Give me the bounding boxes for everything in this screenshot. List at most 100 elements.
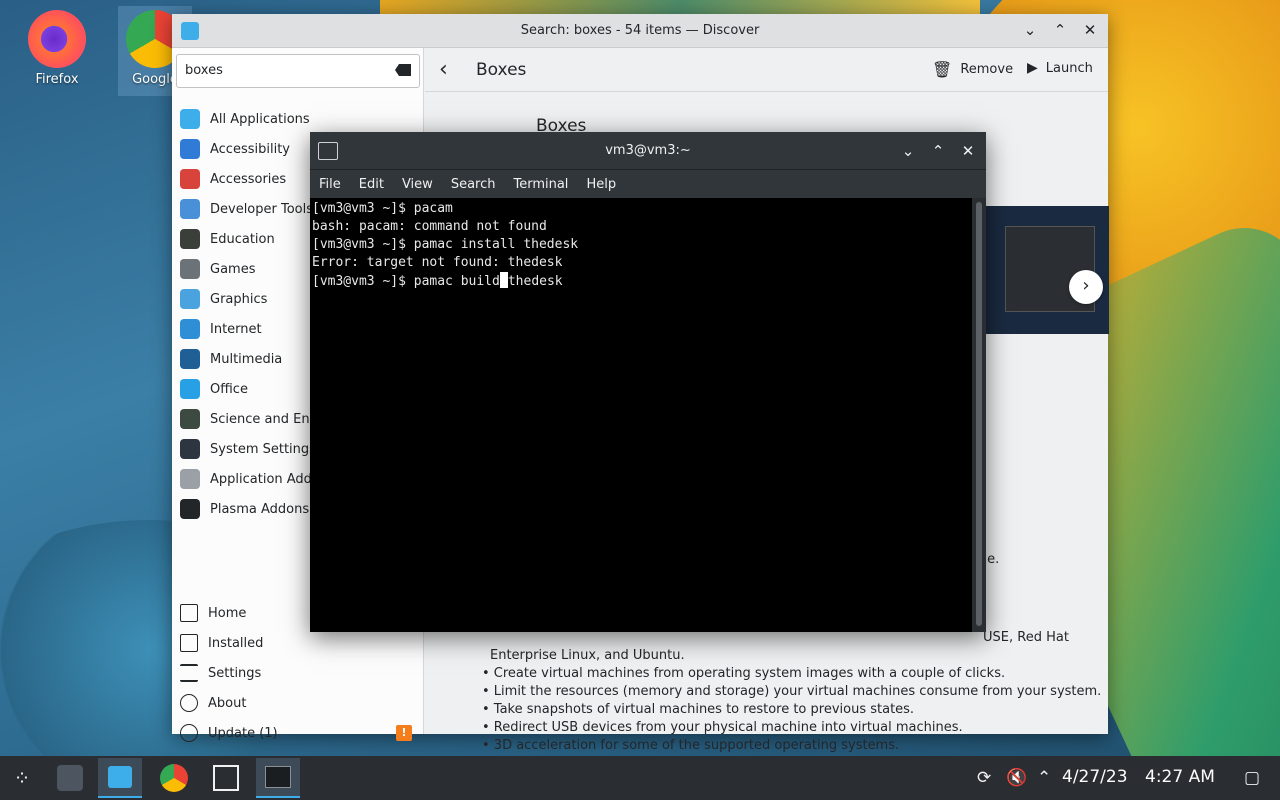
- screenshot-carousel[interactable]: ›: [985, 206, 1109, 334]
- sliders-icon: [180, 664, 198, 682]
- boxes-task[interactable]: [204, 758, 248, 798]
- category-label: Multimedia: [210, 351, 283, 367]
- chrome-task[interactable]: [152, 758, 196, 798]
- next-screenshot-button[interactable]: ›: [1069, 270, 1103, 304]
- category-label: Accessories: [210, 171, 287, 187]
- terminal-output[interactable]: [vm3@vm3 ~]$ pacam bash: pacam: command …: [310, 198, 972, 632]
- menu-edit[interactable]: Edit: [350, 177, 393, 192]
- nav-label: About: [208, 695, 247, 711]
- date-label[interactable]: 4/27/23: [1062, 767, 1128, 787]
- nav-about[interactable]: About: [180, 688, 420, 718]
- time-label[interactable]: 4:27 AM: [1145, 767, 1215, 787]
- minimize-button[interactable]: ⌄: [1020, 20, 1040, 40]
- category-label: Plasma Addons: [210, 501, 310, 517]
- description-bullet: • Redirect USB devices from your physica…: [482, 720, 963, 735]
- discover-titlebar[interactable]: Search: boxes - 54 items — Discover ⌄ ⌃ …: [172, 14, 1108, 48]
- menu-search[interactable]: Search: [442, 177, 505, 192]
- menu-file[interactable]: File: [310, 177, 350, 192]
- update-badge: !: [396, 725, 412, 741]
- accessibility-icon: [180, 139, 200, 159]
- category-label: Education: [210, 231, 275, 247]
- category-label: Science and Eng: [210, 411, 318, 427]
- terminal-scrollbar[interactable]: [972, 198, 986, 632]
- firefox-icon: [28, 10, 86, 68]
- nav-update[interactable]: Update (1) !: [180, 718, 420, 748]
- bag-icon: [180, 169, 200, 189]
- system-settings-task[interactable]: [48, 758, 92, 798]
- clear-search-icon[interactable]: [395, 64, 411, 76]
- close-button[interactable]: ✕: [958, 141, 978, 161]
- window-title: Search: boxes - 54 items — Discover: [520, 23, 760, 38]
- volume-muted-icon[interactable]: 🔇: [1006, 768, 1027, 788]
- terminal-line: Error: target not found: thedesk: [312, 255, 563, 270]
- category-item[interactable]: All Applications: [180, 104, 420, 134]
- terminal-line: [vm3@vm3 ~]$ pacam: [312, 201, 453, 216]
- terminal-menubar: File Edit View Search Terminal Help: [310, 170, 986, 198]
- back-icon[interactable]: ‹: [439, 57, 448, 82]
- nav-label: Installed: [208, 635, 264, 651]
- prompt-rest: thedesk: [507, 274, 563, 289]
- scrollbar-thumb[interactable]: [976, 202, 982, 626]
- sparkle-icon: [180, 499, 200, 519]
- nav-settings[interactable]: Settings: [180, 658, 420, 688]
- nav-label: Update (1): [208, 725, 278, 741]
- category-label: Internet: [210, 321, 262, 337]
- category-label: Graphics: [210, 291, 268, 307]
- launcher-icon: ⁘: [13, 766, 31, 790]
- discover-task[interactable]: [98, 758, 142, 798]
- maximize-button[interactable]: ⌃: [928, 141, 948, 161]
- menu-view[interactable]: View: [393, 177, 442, 192]
- sphere-icon: [180, 289, 200, 309]
- page-title: Boxes: [476, 60, 527, 80]
- terminal-titlebar[interactable]: vm3@vm3:~ ⌄ ⌃ ✕: [310, 132, 986, 170]
- discover-toolbar: ‹ Boxes 🗑 Remove ▶ Launch: [425, 48, 1108, 92]
- show-desktop-icon[interactable]: ▢: [1244, 768, 1260, 788]
- description-fragment: USE, Red Hat: [983, 630, 1069, 645]
- compass-icon: [180, 199, 200, 219]
- menu-help[interactable]: Help: [577, 177, 625, 192]
- settings-panel-icon: [180, 439, 200, 459]
- terminal-task[interactable]: [256, 758, 300, 798]
- search-input[interactable]: boxes: [176, 54, 420, 88]
- boxes-icon: [213, 765, 239, 791]
- desktop-icon-firefox[interactable]: Firefox: [20, 10, 94, 87]
- board-icon: [180, 229, 200, 249]
- description-bullet: • Take snapshots of virtual machines to …: [482, 702, 915, 717]
- info-icon: [180, 694, 198, 712]
- minimize-button[interactable]: ⌄: [898, 141, 918, 161]
- category-label: Developer Tools: [210, 201, 314, 217]
- nav-installed[interactable]: Installed: [180, 628, 420, 658]
- updates-tray-icon[interactable]: ⟳: [977, 768, 991, 788]
- search-value: boxes: [185, 63, 223, 78]
- monitor-icon: [180, 349, 200, 369]
- terminal-line: bash: pacam: command not found: [312, 219, 547, 234]
- category-label: Games: [210, 261, 256, 277]
- close-button[interactable]: ✕: [1080, 20, 1100, 40]
- grid-icon: [180, 109, 200, 129]
- window-title: vm3@vm3:~: [605, 143, 691, 158]
- trash-icon: 🗑: [932, 60, 953, 79]
- taskbar: ⁘ ⟳ 🔇 ⌃ 4/27/23 4:27 AM ▢: [0, 756, 1280, 800]
- flask-icon: [180, 409, 200, 429]
- prompt-text: [vm3@vm3 ~]$ pamac build: [312, 274, 500, 289]
- document-icon: [180, 379, 200, 399]
- globe-icon: [180, 319, 200, 339]
- desktop-icon-label: Firefox: [35, 72, 79, 87]
- menu-terminal[interactable]: Terminal: [504, 177, 577, 192]
- category-label: Office: [210, 381, 248, 397]
- application-launcher-button[interactable]: ⁘: [0, 758, 44, 798]
- remove-button[interactable]: 🗑 Remove: [932, 60, 1013, 79]
- sliders-icon: [57, 765, 83, 791]
- category-label: System Settings: [210, 441, 316, 457]
- terminal-icon: [265, 766, 291, 788]
- text-cursor: [499, 272, 508, 288]
- terminal-current-line: [vm3@vm3 ~]$ pamac build thedesk: [312, 272, 970, 291]
- remove-label: Remove: [960, 62, 1014, 77]
- terminal-window: vm3@vm3:~ ⌄ ⌃ ✕ File Edit View Search Te…: [310, 132, 986, 632]
- launch-button[interactable]: ▶ Launch: [1027, 60, 1093, 76]
- tray-expand-icon[interactable]: ⌃: [1037, 768, 1051, 788]
- chrome-icon: [160, 764, 188, 792]
- description-bullet: Enterprise Linux, and Ubuntu.: [490, 648, 685, 663]
- maximize-button[interactable]: ⌃: [1050, 20, 1070, 40]
- dots-icon: [180, 469, 200, 489]
